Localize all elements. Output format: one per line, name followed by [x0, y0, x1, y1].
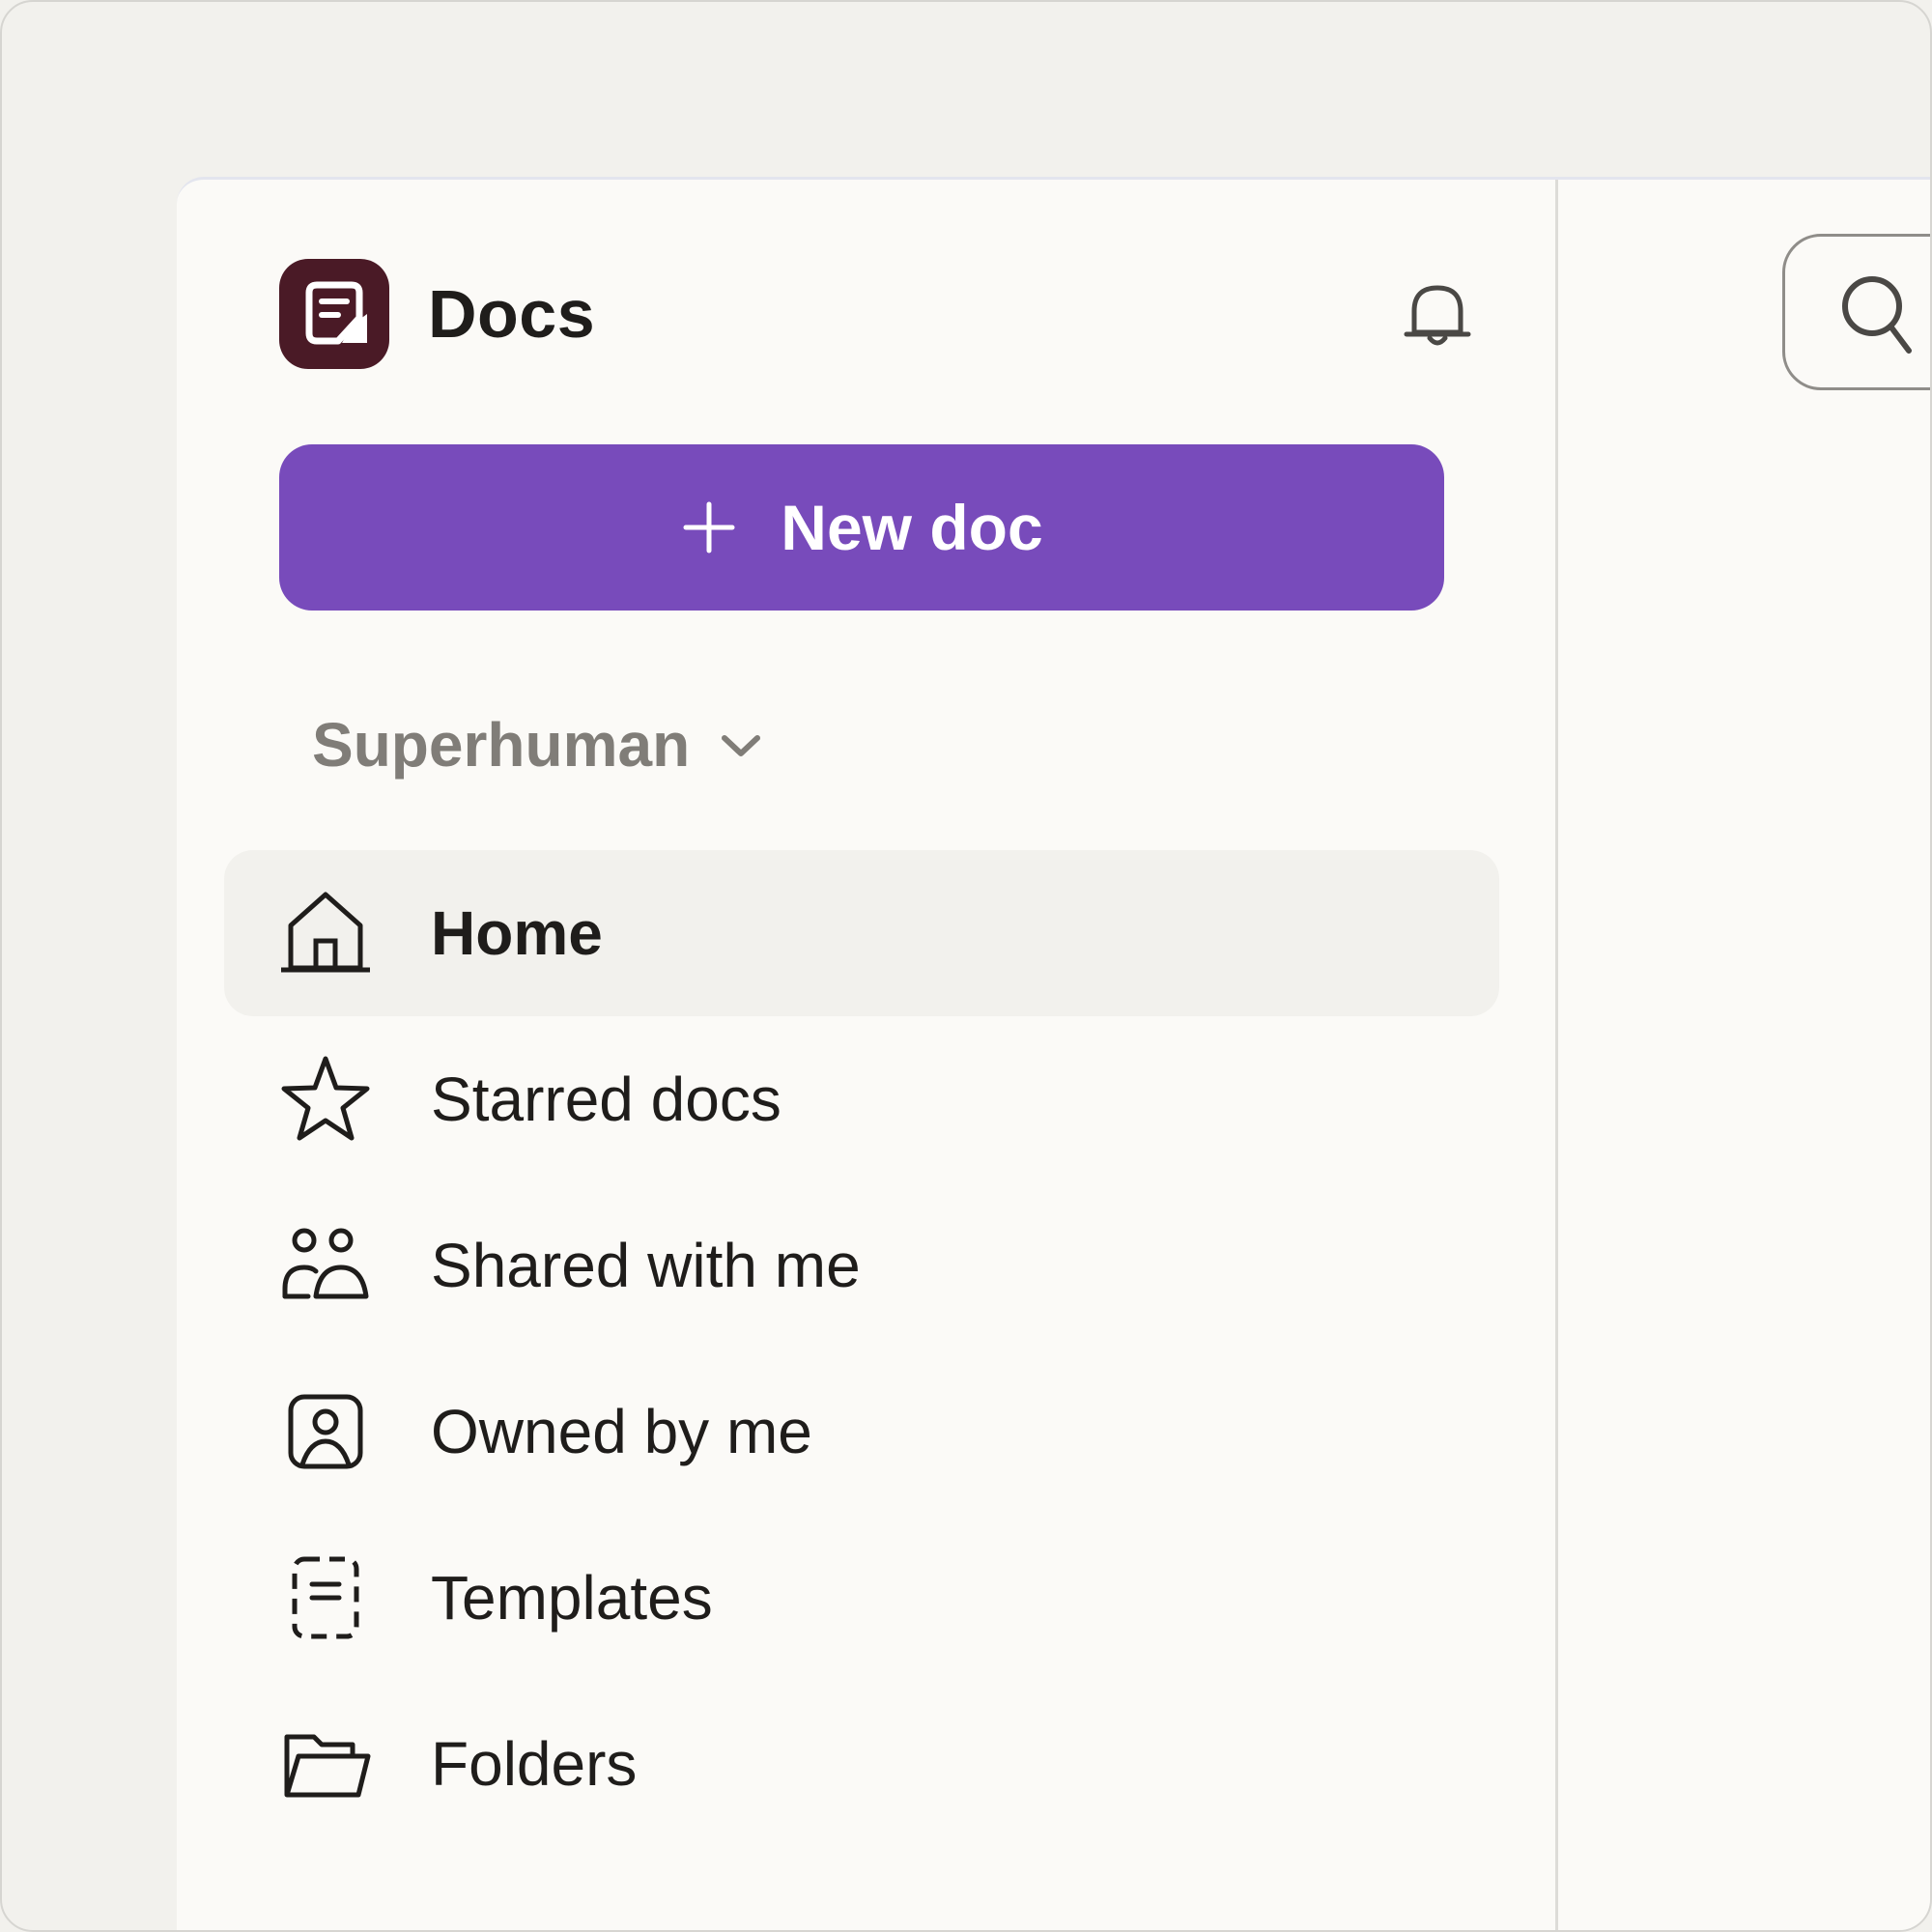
- app-title: Docs: [428, 276, 596, 352]
- star-icon: [277, 1051, 374, 1148]
- sidebar-nav: Home Starred docs Shared with me Owned b…: [224, 850, 1499, 1847]
- sidebar: Docs New doc Superhuman Home Starred doc…: [177, 180, 1558, 1930]
- app-window: Docs New doc Superhuman Home Starred doc…: [177, 177, 1930, 1930]
- user-portrait-icon: [277, 1383, 374, 1480]
- docs-logo-icon: [279, 259, 389, 369]
- brand: Docs: [279, 259, 595, 369]
- screen-frame: Docs New doc Superhuman Home Starred doc…: [0, 0, 1932, 1932]
- sidebar-item-starred-docs[interactable]: Starred docs: [224, 1016, 1499, 1182]
- new-doc-button[interactable]: New doc: [279, 444, 1444, 611]
- workspace-label: Superhuman: [312, 710, 691, 780]
- chevron-down-icon: [717, 721, 765, 769]
- workspace-switcher[interactable]: Superhuman: [312, 709, 765, 781]
- sidebar-item-folders[interactable]: Folders: [224, 1681, 1499, 1847]
- sidebar-item-shared-with-me[interactable]: Shared with me: [224, 1182, 1499, 1349]
- main-panel: [1558, 180, 1930, 1930]
- sidebar-item-label: Folders: [431, 1729, 638, 1799]
- sidebar-item-label: Starred docs: [431, 1065, 781, 1134]
- sidebar-item-owned-by-me[interactable]: Owned by me: [224, 1349, 1499, 1515]
- sidebar-item-label: Shared with me: [431, 1231, 861, 1300]
- folder-icon: [277, 1716, 374, 1812]
- template-icon: [277, 1549, 374, 1646]
- new-doc-label: New doc: [781, 492, 1043, 563]
- search-button[interactable]: [1782, 234, 1930, 390]
- sidebar-item-home[interactable]: Home: [224, 850, 1499, 1016]
- home-icon: [277, 885, 374, 981]
- bell-icon[interactable]: [1394, 271, 1481, 358]
- sidebar-item-label: Templates: [431, 1563, 713, 1633]
- people-icon: [277, 1217, 374, 1314]
- sidebar-item-templates[interactable]: Templates: [224, 1515, 1499, 1681]
- sidebar-item-label: Owned by me: [431, 1397, 812, 1466]
- search-icon: [1842, 276, 1912, 354]
- sidebar-item-label: Home: [431, 898, 603, 968]
- plus-icon: [680, 498, 738, 556]
